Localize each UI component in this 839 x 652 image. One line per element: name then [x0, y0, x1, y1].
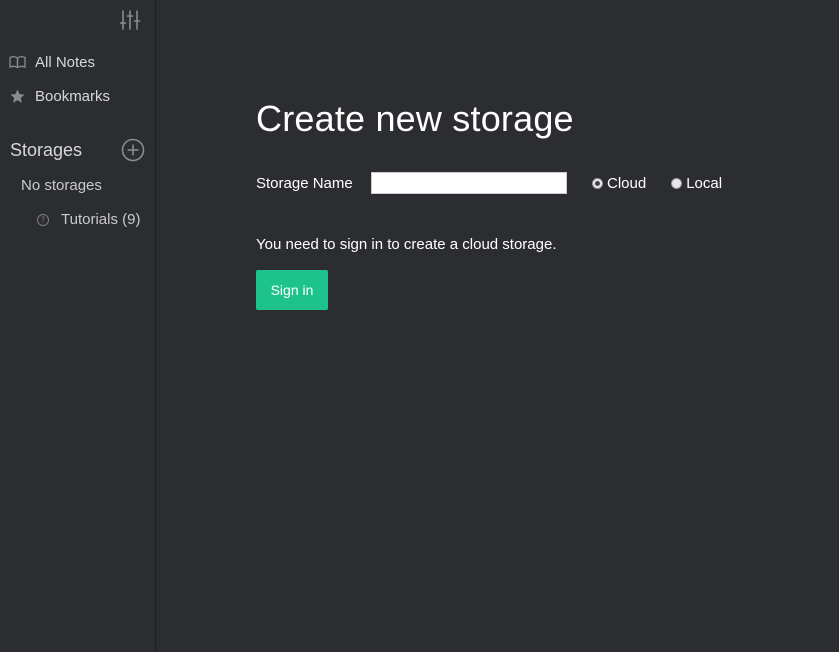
svg-text:?: ? — [41, 215, 45, 224]
local-radio-label: Local — [686, 174, 723, 192]
sidebar-item-bookmarks[interactable]: Bookmarks — [8, 85, 110, 107]
star-icon — [8, 87, 26, 105]
sidebar-item-label: All Notes — [35, 53, 96, 71]
app-window: All Notes Bookmarks Storages No storages — [0, 0, 839, 652]
plus-circle-icon — [121, 138, 145, 162]
sidebar-item-label: Bookmarks — [35, 87, 111, 105]
sliders-icon — [119, 10, 141, 30]
book-icon — [8, 53, 26, 71]
signin-message: You need to sign in to create a cloud st… — [256, 236, 557, 253]
sidebar-item-tutorials[interactable]: ? Tutorials (9) — [36, 211, 140, 228]
help-circle-icon: ? — [36, 213, 50, 227]
storages-header: Storages — [10, 138, 145, 162]
local-radio-button[interactable] — [671, 177, 683, 189]
storage-name-label: Storage Name — [256, 174, 353, 192]
tutorials-label: Tutorials (9) — [61, 211, 141, 228]
no-storages-label: No storages — [21, 177, 102, 194]
sidebar-item-all-notes[interactable]: All Notes — [8, 51, 95, 73]
cloud-radio-button[interactable] — [592, 177, 603, 189]
storages-title: Storages — [10, 139, 83, 160]
preferences-button[interactable] — [118, 8, 142, 32]
cloud-radio-label: Cloud — [607, 174, 647, 192]
add-storage-button[interactable] — [121, 138, 145, 162]
main-panel: Create new storage Storage Name Cloud Lo… — [156, 0, 839, 652]
sidebar: All Notes Bookmarks Storages No storages — [0, 0, 156, 652]
page-title: Create new storage — [256, 98, 574, 139]
local-radio-option[interactable]: Local — [671, 175, 722, 192]
storage-name-input[interactable] — [371, 172, 567, 194]
storage-form-row: Storage Name Cloud Local — [256, 172, 722, 194]
sign-in-button[interactable]: Sign in — [256, 270, 328, 310]
cloud-radio-option[interactable]: Cloud — [592, 175, 646, 192]
